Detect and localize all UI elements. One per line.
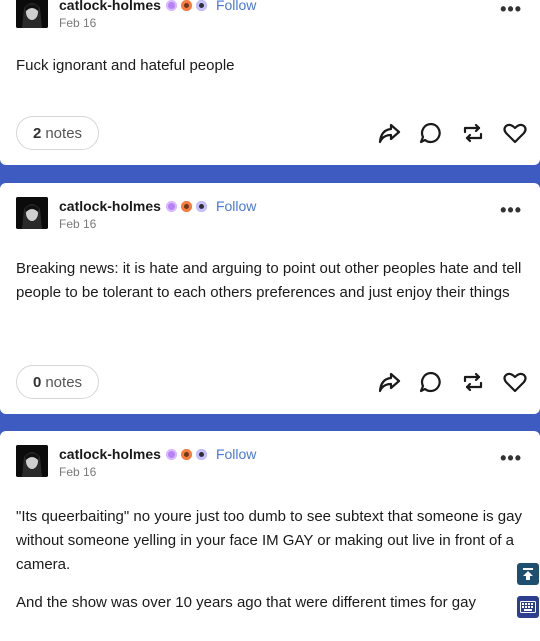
post-date[interactable]: Feb 16 [59, 16, 256, 30]
badge-icon [164, 447, 178, 461]
share-icon[interactable] [376, 369, 402, 395]
notes-label: notes [45, 373, 83, 391]
blog-name[interactable]: catlock-holmes [59, 198, 161, 214]
follow-button[interactable]: Follow [216, 446, 256, 462]
follow-button[interactable]: Follow [216, 0, 256, 13]
notes-button[interactable]: 2 notes [16, 116, 100, 150]
post-body: Breaking news: it is hate and arguing to… [16, 257, 528, 319]
notes-button[interactable]: 0 notes [16, 365, 100, 399]
reply-icon[interactable] [418, 369, 444, 395]
like-icon[interactable] [502, 120, 528, 146]
reply-icon[interactable] [418, 120, 444, 146]
post-footer: 0 notes [16, 365, 528, 401]
badges [164, 199, 210, 213]
post-actions [360, 369, 528, 395]
badge-icon [179, 199, 193, 213]
post-footer: 2 notes [16, 116, 528, 152]
badge-icon [164, 199, 178, 213]
avatar[interactable] [16, 197, 48, 229]
follow-button[interactable]: Follow [216, 198, 256, 214]
blog-name[interactable]: catlock-holmes [59, 0, 161, 13]
keyboard-icon[interactable] [517, 596, 539, 618]
badge-icon [194, 447, 208, 461]
post-card: catlock-holmes Follow Feb 16 ••• Breakin… [0, 183, 540, 414]
post-header: catlock-holmes Follow Feb 16 ••• [16, 0, 524, 30]
post-body: Fuck ignorant and hateful people [16, 54, 528, 92]
badge-icon [194, 199, 208, 213]
notes-label: notes [45, 124, 83, 142]
post-header: catlock-holmes Follow Feb 16 ••• [16, 445, 524, 479]
ellipsis-icon[interactable]: ••• [500, 449, 522, 467]
post-paragraph: Fuck ignorant and hateful people [16, 57, 235, 74]
blog-name[interactable]: catlock-holmes [59, 446, 161, 462]
post-paragraph: And the show was over 10 years ago that … [16, 594, 476, 611]
notes-count: 0 [33, 373, 42, 391]
like-icon[interactable] [502, 369, 528, 395]
badges [164, 447, 210, 461]
post-card: catlock-holmes Follow Feb 16 ••• Fuck ig… [0, 0, 540, 165]
badge-icon [179, 0, 193, 12]
avatar[interactable] [16, 445, 48, 477]
notes-count: 2 [33, 124, 42, 142]
badge-icon [179, 447, 193, 461]
badges [164, 0, 210, 12]
post-paragraph: Breaking news: it is hate and arguing to… [16, 260, 522, 301]
reblog-icon[interactable] [460, 369, 486, 395]
post-actions [360, 120, 528, 146]
post-date[interactable]: Feb 16 [59, 465, 256, 479]
post-date[interactable]: Feb 16 [59, 217, 256, 231]
share-icon[interactable] [376, 120, 402, 146]
post-paragraph: "Its queerbaiting" no youre just too dum… [16, 508, 522, 573]
badge-icon [164, 0, 178, 12]
post-header: catlock-holmes Follow Feb 16 ••• [16, 197, 524, 231]
avatar[interactable] [16, 0, 48, 28]
ellipsis-icon[interactable]: ••• [500, 201, 522, 219]
post-card: catlock-holmes Follow Feb 16 ••• "Its qu… [0, 431, 540, 641]
badge-icon [194, 0, 208, 12]
post-body: "Its queerbaiting" no youre just too dum… [16, 505, 528, 629]
scroll-to-top-icon[interactable] [517, 563, 539, 585]
reblog-icon[interactable] [460, 120, 486, 146]
ellipsis-icon[interactable]: ••• [500, 0, 522, 18]
